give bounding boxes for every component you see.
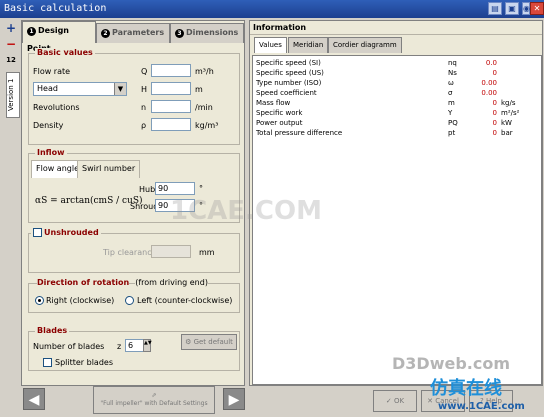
version-tab[interactable]: Version 1 <box>6 72 20 118</box>
watermark-d3dweb: D3Dweb.com <box>392 354 511 373</box>
tab-design-point[interactable]: 1Design Point <box>22 21 96 53</box>
full-impeller-button[interactable]: ⇗ "Full impeller" with Default Settings <box>93 386 215 414</box>
density-label: Density <box>33 121 64 130</box>
ok-button[interactable]: ✓ OK <box>373 390 417 412</box>
version-number-icon[interactable]: 12 <box>4 54 18 68</box>
rotation-group: Direction of rotation (from driving end) … <box>28 278 240 313</box>
tab-values[interactable]: Values <box>254 37 287 53</box>
table-row: Speed coefficient σ 0.00 <box>256 89 497 97</box>
get-default-button[interactable]: ⚙ Get default <box>181 334 237 350</box>
stepper-arrows-icon[interactable]: ▲▼ <box>143 339 152 352</box>
minus-icon[interactable]: − <box>4 38 18 52</box>
table-row: Mass flow m 0 kg/s <box>256 99 516 107</box>
watermark-chinese: 仿真在线 <box>430 378 502 399</box>
unshrouded-checkbox[interactable] <box>33 228 42 237</box>
tip-clearance-field[interactable] <box>151 245 191 258</box>
flow-rate-field[interactable] <box>151 64 191 77</box>
head-field[interactable] <box>151 82 191 95</box>
density-field[interactable] <box>151 118 191 131</box>
watermark-url: www.1CAE.com <box>438 401 525 412</box>
tab-swirl-number[interactable]: Swirl number <box>77 160 141 178</box>
unshrouded-group: Unshrouded Tip clearance mm <box>28 228 240 273</box>
watermark-1cae: 1CAE.COM <box>170 196 322 226</box>
table-row: Power output PQ 0 kW <box>256 119 512 127</box>
window-icon-3[interactable]: ◉ <box>522 2 530 15</box>
close-icon[interactable]: ✕ <box>530 2 544 15</box>
bottom-navigation: ◀ ⇗ "Full impeller" with Default Settings… <box>21 386 245 416</box>
window-icon-1[interactable]: ▤ <box>488 2 502 15</box>
flow-rate-label: Flow rate <box>33 67 71 76</box>
table-row: Specific speed (US) Ns 0 <box>256 69 497 77</box>
table-row: Total pressure difference pt 0 bar <box>256 129 513 137</box>
tab-dimensions[interactable]: 3 Dimensions <box>170 23 244 43</box>
table-row: Specific work Y 0 m²/s² <box>256 109 520 117</box>
chevron-down-icon[interactable]: ▼ <box>114 83 126 95</box>
table-row: Specific speed (SI) nq 0.0 <box>256 59 497 67</box>
basic-values-group: Basic values Flow rate Q m³/h Head ▼ H m … <box>28 48 240 145</box>
table-row: Type number (ISO) ω 0.00 <box>256 79 497 87</box>
revolutions-field[interactable] <box>151 100 191 113</box>
arrow-left-icon[interactable]: ◀ <box>23 388 45 410</box>
hub-angle-field[interactable]: 90 <box>155 182 195 195</box>
arrow-right-icon[interactable]: ▶ <box>223 388 245 410</box>
tab-parameters[interactable]: 2 Parameters <box>96 23 170 43</box>
tab-meridian[interactable]: Meridian <box>288 37 329 53</box>
information-title: Information <box>250 21 542 35</box>
tab-cordier-diagramm[interactable]: Cordier diagramm <box>328 37 402 53</box>
plus-icon[interactable]: + <box>4 22 18 36</box>
flow-angle-formula: αS = arctan(cmS / cuS) <box>35 196 143 206</box>
splitter-blades-checkbox[interactable] <box>43 358 52 367</box>
window-icon-2[interactable]: ▣ <box>505 2 519 15</box>
blades-group: Blades Number of blades z 6 ▲▼ ⚙ Get def… <box>28 326 240 371</box>
rotation-left-radio[interactable] <box>125 296 134 305</box>
head-select[interactable]: Head ▼ <box>33 82 127 96</box>
revolutions-label: Revolutions <box>33 103 80 112</box>
rotation-right-radio[interactable] <box>35 296 44 305</box>
window-title: Basic calculation <box>0 0 544 18</box>
